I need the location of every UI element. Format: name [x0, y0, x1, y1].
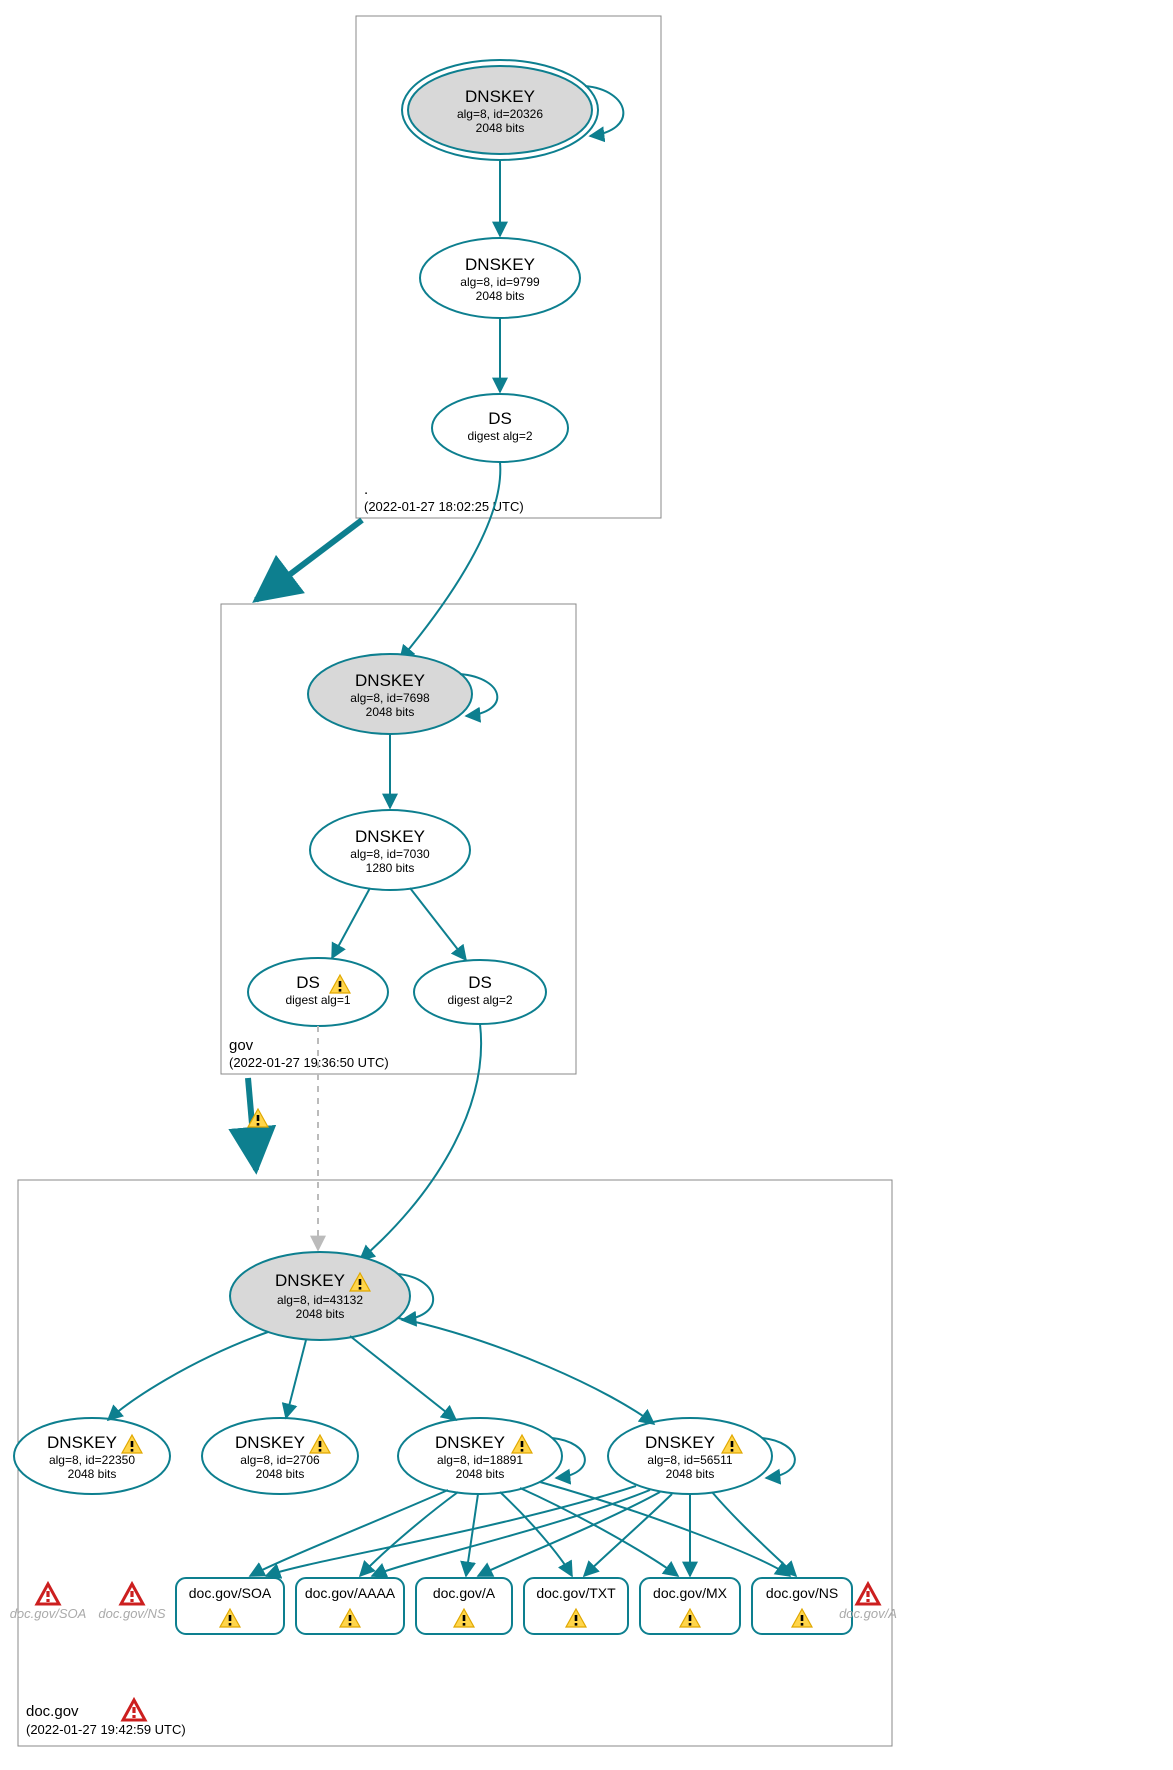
svg-text:2048 bits: 2048 bits: [366, 705, 415, 719]
edge-k3-r1: [250, 1490, 448, 1576]
edge-k3-r3: [466, 1494, 478, 1576]
edge-rootds-govksk: [400, 462, 500, 660]
node-root-ds[interactable]: DS digest alg=2: [432, 394, 568, 462]
svg-text:DNSKEY: DNSKEY: [435, 1433, 505, 1452]
node-doc-k2[interactable]: DNSKEY alg=8, id=2706 2048 bits: [202, 1418, 358, 1494]
zone-ts-gov: (2022-01-27 19:36:50 UTC): [229, 1055, 389, 1070]
error-icon: [857, 1584, 879, 1604]
zone-label-root: .: [364, 481, 368, 498]
svg-text:alg=8, id=22350: alg=8, id=22350: [49, 1453, 135, 1467]
edge-ksk-k4: [398, 1318, 654, 1424]
svg-text:DS: DS: [468, 973, 492, 992]
svg-text:DNSKEY: DNSKEY: [47, 1433, 117, 1452]
error-icon: [121, 1584, 143, 1604]
svg-text:DNSKEY: DNSKEY: [465, 87, 535, 106]
svg-text:digest alg=2: digest alg=2: [447, 993, 512, 1007]
node-root-ksk[interactable]: DNSKEY alg=8, id=20326 2048 bits: [402, 60, 598, 160]
node-doc-ksk[interactable]: DNSKEY alg=8, id=43132 2048 bits: [230, 1252, 410, 1340]
svg-text:2048 bits: 2048 bits: [666, 1467, 715, 1481]
svg-text:DNSKEY: DNSKEY: [235, 1433, 305, 1452]
record-txt[interactable]: doc.gov/TXT: [524, 1578, 628, 1634]
edge-k3-r4: [500, 1492, 572, 1576]
svg-text:alg=8, id=7698: alg=8, id=7698: [350, 691, 430, 705]
edge-ksk-k2: [286, 1340, 306, 1418]
svg-text:DS: DS: [296, 973, 320, 992]
node-gov-ds1[interactable]: DS digest alg=1: [248, 958, 388, 1026]
record-aaaa[interactable]: doc.gov/AAAA: [296, 1578, 404, 1634]
edge-k3-r6: [540, 1482, 790, 1576]
svg-text:2048 bits: 2048 bits: [476, 289, 525, 303]
edge-root-to-gov-box: [256, 520, 362, 600]
svg-text:DNSKEY: DNSKEY: [275, 1271, 345, 1290]
svg-text:digest alg=2: digest alg=2: [467, 429, 532, 443]
svg-text:alg=8, id=56511: alg=8, id=56511: [647, 1453, 733, 1467]
record-a[interactable]: doc.gov/A: [416, 1578, 512, 1634]
zone-ts-root: (2022-01-27 18:02:25 UTC): [364, 499, 524, 514]
svg-text:DNSKEY: DNSKEY: [645, 1433, 715, 1452]
zone-ts-docgov: (2022-01-27 19:42:59 UTC): [26, 1722, 186, 1737]
svg-text:doc.gov/SOA: doc.gov/SOA: [189, 1585, 272, 1601]
edge-k4-r6: [712, 1492, 796, 1576]
svg-text:2048 bits: 2048 bits: [476, 121, 525, 135]
svg-text:alg=8, id=9799: alg=8, id=9799: [460, 275, 540, 289]
edge-ksk-k3: [350, 1336, 456, 1420]
edge-gov-zsk-ds2: [410, 888, 466, 960]
record-soa[interactable]: doc.gov/SOA: [176, 1578, 284, 1634]
node-doc-k1[interactable]: DNSKEY alg=8, id=22350 2048 bits: [14, 1418, 170, 1494]
ghost-a: doc.gov/A: [839, 1606, 897, 1621]
svg-text:2048 bits: 2048 bits: [68, 1467, 117, 1481]
svg-text:2048 bits: 2048 bits: [256, 1467, 305, 1481]
svg-text:2048 bits: 2048 bits: [296, 1307, 345, 1321]
record-mx[interactable]: doc.gov/MX: [640, 1578, 740, 1634]
node-gov-zsk[interactable]: DNSKEY alg=8, id=7030 1280 bits: [310, 810, 470, 890]
ghost-ns: doc.gov/NS: [98, 1606, 166, 1621]
svg-text:alg=8, id=18891: alg=8, id=18891: [437, 1453, 523, 1467]
zone-label-gov: gov: [229, 1037, 254, 1054]
svg-text:2048 bits: 2048 bits: [456, 1467, 505, 1481]
svg-text:alg=8, id=2706: alg=8, id=2706: [240, 1453, 320, 1467]
node-root-zsk[interactable]: DNSKEY alg=8, id=9799 2048 bits: [420, 238, 580, 318]
error-icon: [123, 1700, 145, 1720]
node-gov-ds2[interactable]: DS digest alg=2: [414, 960, 546, 1024]
svg-text:doc.gov/NS: doc.gov/NS: [766, 1585, 838, 1601]
svg-text:DNSKEY: DNSKEY: [465, 255, 535, 274]
svg-text:doc.gov/A: doc.gov/A: [433, 1585, 496, 1601]
svg-text:1280 bits: 1280 bits: [366, 861, 415, 875]
node-doc-k4[interactable]: DNSKEY alg=8, id=56511 2048 bits: [608, 1418, 772, 1494]
svg-text:digest alg=1: digest alg=1: [285, 993, 350, 1007]
record-ns[interactable]: doc.gov/NS: [752, 1578, 852, 1634]
dnssec-graph: . (2022-01-27 18:02:25 UTC) DNSKEY alg=8…: [0, 0, 1173, 1770]
svg-text:DS: DS: [488, 409, 512, 428]
svg-text:alg=8, id=43132: alg=8, id=43132: [277, 1293, 363, 1307]
node-gov-ksk[interactable]: DNSKEY alg=8, id=7698 2048 bits: [308, 654, 472, 734]
svg-text:alg=8, id=7030: alg=8, id=7030: [350, 847, 430, 861]
edge-gov-zsk-ds1: [332, 888, 370, 958]
svg-text:DNSKEY: DNSKEY: [355, 671, 425, 690]
ghost-soa: doc.gov/SOA: [10, 1606, 87, 1621]
svg-text:doc.gov/MX: doc.gov/MX: [653, 1585, 728, 1601]
edge-ksk-k1: [108, 1332, 268, 1420]
svg-text:alg=8, id=20326: alg=8, id=20326: [457, 107, 543, 121]
svg-text:doc.gov/TXT: doc.gov/TXT: [536, 1585, 616, 1601]
error-icon: [37, 1584, 59, 1604]
node-doc-k3[interactable]: DNSKEY alg=8, id=18891 2048 bits: [398, 1418, 562, 1494]
svg-text:DNSKEY: DNSKEY: [355, 827, 425, 846]
zone-label-docgov: doc.gov: [26, 1703, 79, 1720]
svg-text:doc.gov/AAAA: doc.gov/AAAA: [305, 1585, 396, 1601]
